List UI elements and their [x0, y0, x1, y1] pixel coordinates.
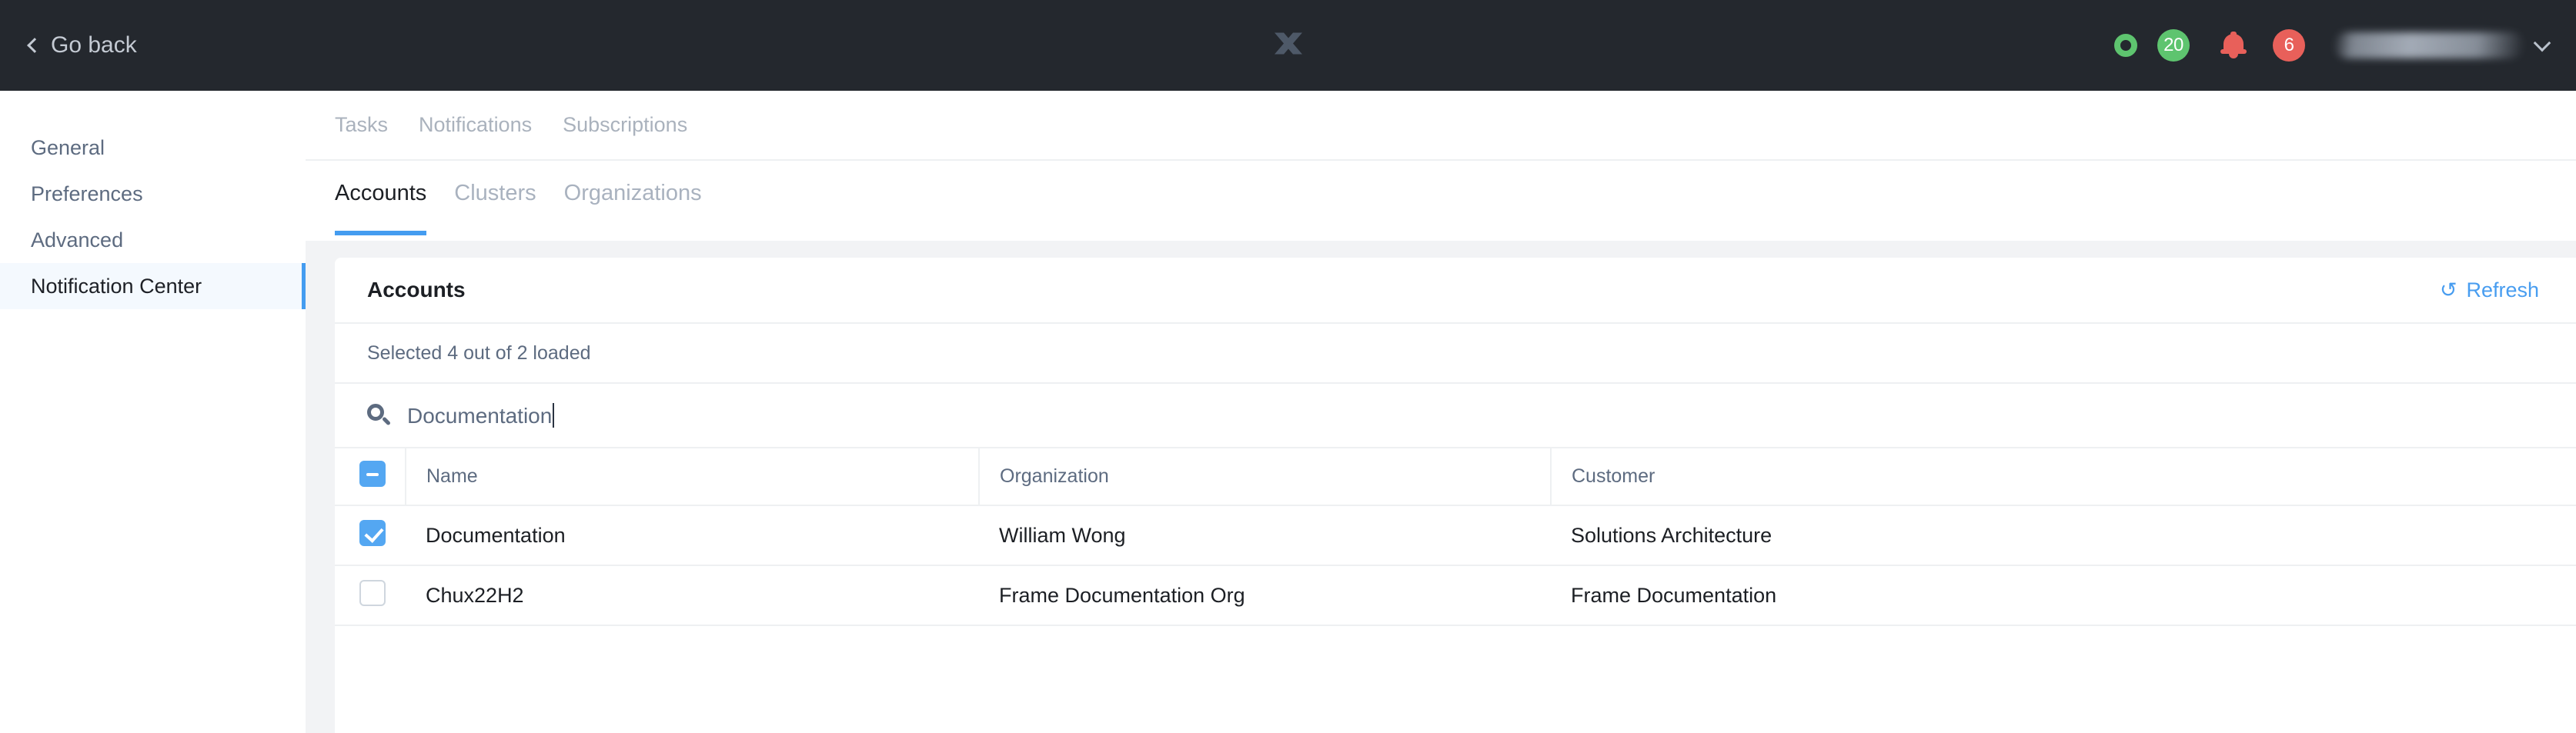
- main-content: Tasks Notifications Subscriptions Accoun…: [306, 91, 2576, 733]
- sidebar-item-preferences[interactable]: Preferences: [0, 171, 306, 217]
- row-checkbox[interactable]: [359, 519, 386, 546]
- select-all-checkbox[interactable]: [359, 461, 386, 487]
- column-header-name[interactable]: Name: [406, 448, 980, 506]
- row-select-cell: [335, 505, 406, 566]
- column-header-customer[interactable]: Customer: [1551, 448, 2576, 506]
- refresh-label: Refresh: [2466, 278, 2539, 302]
- chevron-down-icon[interactable]: [2533, 34, 2551, 52]
- tab-subscriptions[interactable]: Subscriptions: [563, 113, 687, 137]
- sidebar-item-label: General: [31, 135, 105, 159]
- accounts-table: Name Organization Customer Documentation…: [335, 448, 2576, 626]
- top-bar-actions: 20 6: [2114, 0, 2559, 91]
- tab-tasks[interactable]: Tasks: [335, 113, 388, 137]
- search-icon: [367, 404, 392, 427]
- sidebar-item-label: Notification Center: [31, 274, 202, 298]
- cell-name: Chux22H2: [406, 565, 979, 626]
- username-redacted[interactable]: [2334, 32, 2524, 58]
- cell-organization: William Wong: [979, 505, 1551, 566]
- tab-notifications[interactable]: Notifications: [419, 113, 532, 137]
- tab-accounts[interactable]: Accounts: [335, 181, 427, 235]
- select-all-cell: [335, 448, 406, 506]
- settings-sidebar: General Preferences Advanced Notificatio…: [0, 91, 306, 733]
- cell-customer: Solutions Architecture: [1551, 505, 2576, 566]
- selection-summary: Selected 4 out of 2 loaded: [335, 324, 2576, 384]
- row-checkbox[interactable]: [359, 579, 386, 606]
- search-row[interactable]: Documentation: [335, 384, 2576, 448]
- refresh-icon: ↻: [2439, 278, 2457, 302]
- content-panel: Accounts ↻ Refresh Selected 4 out of 2 l…: [306, 241, 2576, 733]
- search-input[interactable]: Documentation: [407, 402, 555, 428]
- x-logo-icon: [1268, 24, 1308, 68]
- top-bar: Go back 20 6: [0, 0, 2576, 91]
- primary-tab-bar: Tasks Notifications Subscriptions: [306, 91, 2576, 161]
- green-count-badge[interactable]: 20: [2157, 29, 2190, 62]
- cell-customer: Frame Documentation: [1551, 565, 2576, 626]
- tab-organizations[interactable]: Organizations: [564, 181, 702, 235]
- column-header-organization[interactable]: Organization: [979, 448, 1552, 506]
- accounts-card: Accounts ↻ Refresh Selected 4 out of 2 l…: [335, 258, 2576, 733]
- tab-clusters[interactable]: Clusters: [454, 181, 536, 235]
- table-row[interactable]: Chux22H2 Frame Documentation Org Frame D…: [335, 565, 2576, 626]
- sidebar-item-notification-center[interactable]: Notification Center: [0, 263, 306, 309]
- table-row[interactable]: Documentation William Wong Solutions Arc…: [335, 505, 2576, 566]
- secondary-tab-bar: Accounts Clusters Organizations: [306, 161, 2576, 241]
- sidebar-item-label: Advanced: [31, 228, 124, 252]
- red-count-badge[interactable]: 6: [2273, 29, 2305, 62]
- table-header-row: Name Organization Customer: [335, 448, 2576, 506]
- refresh-button[interactable]: ↻ Refresh: [2440, 278, 2539, 302]
- accounts-card-header: Accounts ↻ Refresh: [335, 258, 2576, 324]
- sidebar-item-label: Preferences: [31, 182, 143, 205]
- status-ring-icon[interactable]: [2114, 34, 2137, 57]
- go-back-label: Go back: [51, 32, 137, 58]
- page-title: Accounts: [367, 278, 466, 302]
- sidebar-item-advanced[interactable]: Advanced: [0, 217, 306, 263]
- search-input-value: Documentation: [407, 403, 553, 428]
- row-select-cell: [335, 565, 406, 626]
- text-caret: [553, 402, 555, 428]
- go-back-button[interactable]: Go back: [27, 32, 137, 58]
- sidebar-item-general[interactable]: General: [0, 125, 306, 171]
- chevron-left-icon: [27, 38, 42, 53]
- cell-organization: Frame Documentation Org: [979, 565, 1551, 626]
- page-body: General Preferences Advanced Notificatio…: [0, 91, 2576, 733]
- cell-name: Documentation: [406, 505, 979, 566]
- bell-icon[interactable]: [2220, 32, 2247, 59]
